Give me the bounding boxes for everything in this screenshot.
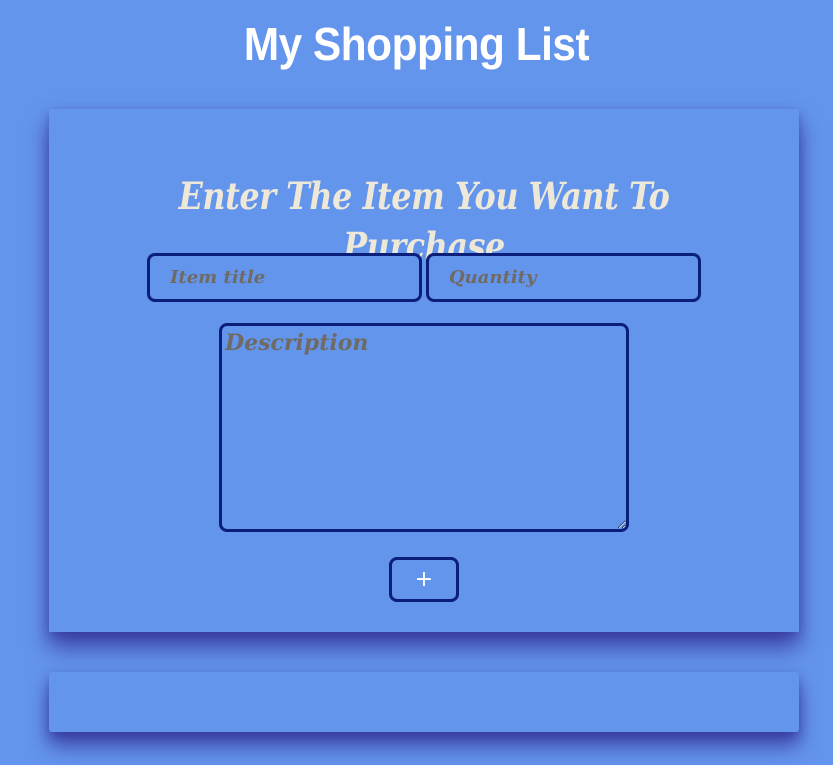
add-item-button[interactable]: + — [389, 557, 459, 602]
shopping-list-panel — [49, 672, 799, 732]
item-title-input[interactable] — [147, 253, 422, 302]
add-item-form-card: Enter The Item You Want To Purchase + — [49, 109, 799, 632]
page-title: My Shopping List — [243, 18, 590, 70]
description-textarea[interactable] — [219, 323, 629, 532]
quantity-input[interactable] — [426, 253, 701, 302]
